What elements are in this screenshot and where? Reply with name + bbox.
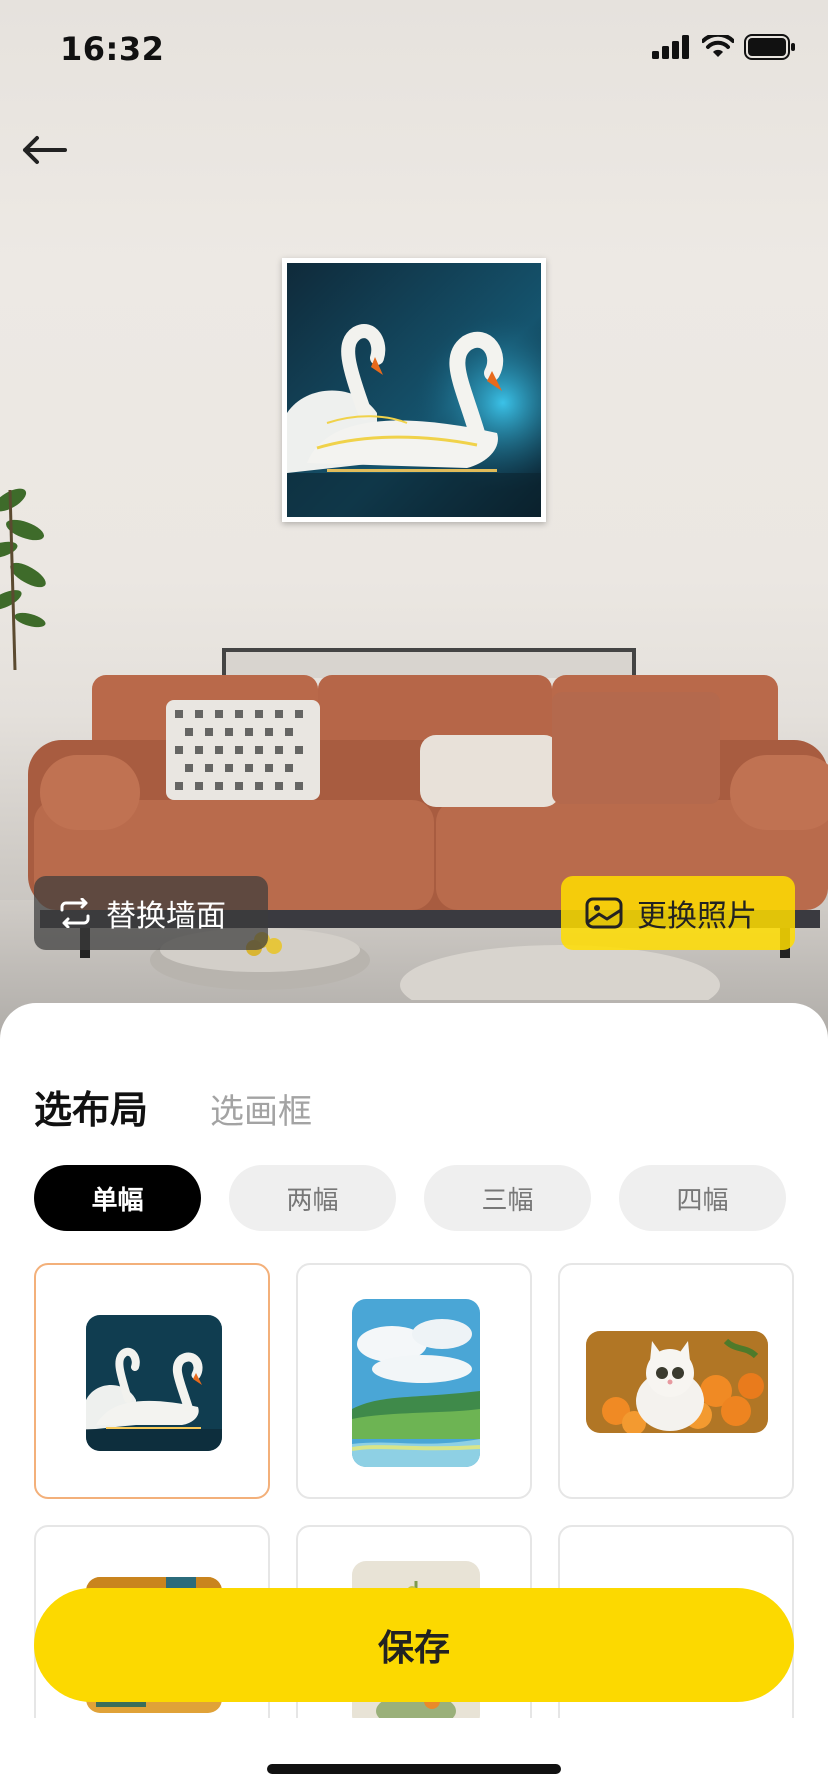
tab-frame[interactable]: 选画框: [210, 1084, 312, 1133]
layout-chip-quad[interactable]: 四幅: [619, 1165, 786, 1231]
battery-icon: [744, 34, 795, 60]
photo-card-landscape[interactable]: [296, 1263, 532, 1499]
swan-artwork: [287, 263, 541, 517]
room-preview: 16:32 替换墙面 更换照片: [0, 0, 828, 1050]
bottom-sheet: 选布局 选画框 单幅 两幅 三幅 四幅 保存: [0, 1003, 828, 1792]
replace-wall-button[interactable]: 替换墙面: [34, 876, 268, 950]
change-photo-label: 更换照片: [637, 899, 757, 934]
wall-frame-preview[interactable]: [282, 258, 546, 522]
save-button[interactable]: 保存: [34, 1588, 794, 1702]
status-bar: 16:32: [0, 0, 828, 100]
status-time: 16:32: [60, 30, 165, 68]
back-button[interactable]: [14, 120, 74, 180]
photo-card-kitten[interactable]: [558, 1263, 794, 1499]
photo-card-swan[interactable]: [34, 1263, 270, 1499]
layout-options: 单幅 两幅 三幅 四幅: [34, 1165, 786, 1231]
swap-icon: [60, 898, 90, 928]
kitten-thumbnail: [586, 1331, 768, 1433]
back-arrow-icon: [23, 136, 67, 164]
swan-thumbnail: [86, 1315, 222, 1451]
home-indicator: [267, 1764, 561, 1774]
layout-chip-double[interactable]: 两幅: [229, 1165, 396, 1231]
status-icons: [652, 34, 796, 60]
landscape-thumbnail: [352, 1299, 480, 1467]
layout-chip-single[interactable]: 单幅: [34, 1165, 201, 1231]
sheet-tabs: 选布局 选画框: [34, 1079, 312, 1134]
layout-chip-triple[interactable]: 三幅: [424, 1165, 591, 1231]
replace-wall-label: 替换墙面: [106, 899, 226, 934]
change-photo-button[interactable]: 更换照片: [561, 876, 795, 950]
tab-layout[interactable]: 选布局: [34, 1079, 148, 1134]
signal-icon: [652, 35, 689, 59]
wifi-icon: [702, 35, 734, 57]
image-icon: [585, 897, 623, 929]
